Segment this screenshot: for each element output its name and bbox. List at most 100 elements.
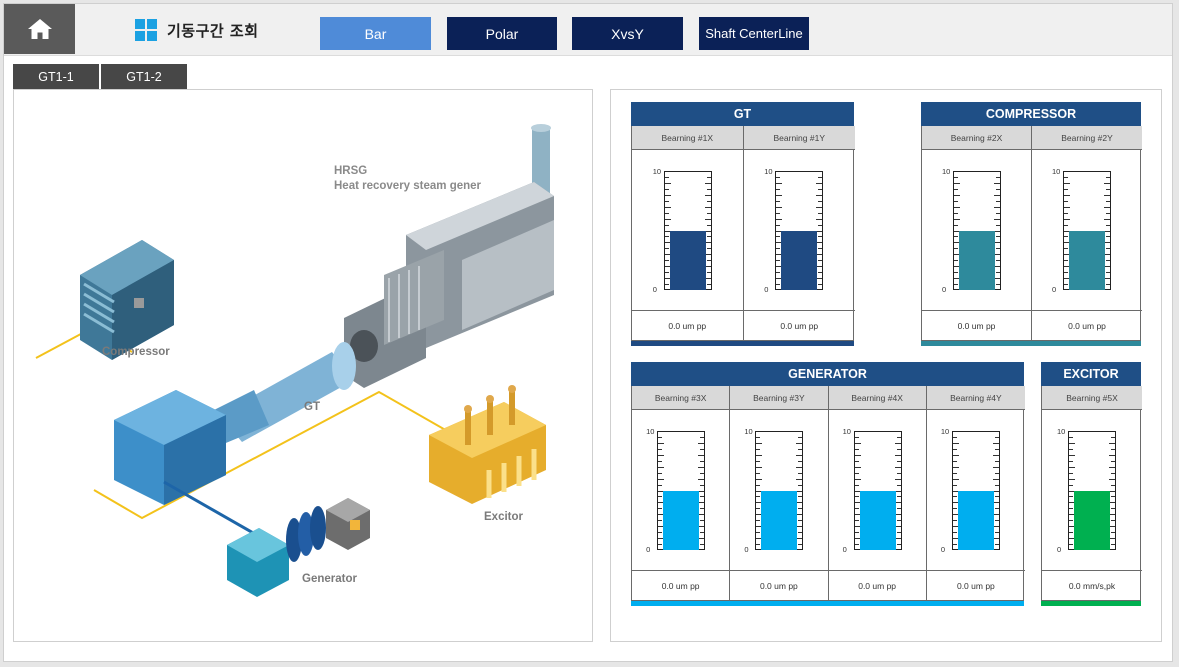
bearing-value: 0.0 um pp <box>828 570 926 600</box>
gauge-fill <box>1069 230 1105 290</box>
gauge-min-label: 0 <box>744 545 749 554</box>
bearing-cell[interactable]: Bearning #1Y 10 0 0.0 um pp <box>743 126 855 340</box>
bearing-label: Bearning #2X <box>922 126 1031 150</box>
bearing-value: 0.0 um pp <box>922 310 1031 340</box>
bearing-gauge: 10 0 <box>744 427 804 554</box>
home-button[interactable] <box>4 4 75 54</box>
bearing-label: Bearning #1Y <box>743 126 855 150</box>
bearing-gauge: 10 0 <box>646 427 706 554</box>
bearing-label: Bearning #1X <box>632 126 743 150</box>
gauge-min-label: 0 <box>942 285 947 294</box>
label-gt: GT <box>304 401 320 413</box>
compressor-block <box>80 240 174 360</box>
group-body-generator: Bearning #3X 10 0 0.0 um pp Bearning #3Y 10 0 0… <box>631 386 1025 601</box>
label-hrsg-desc: Heat recovery steam gener <box>334 180 482 192</box>
bearing-cell[interactable]: Bearning #2Y 10 0 0.0 um pp <box>1032 126 1142 340</box>
bearing-label: Bearning #2Y <box>1032 126 1142 150</box>
gauge-min-label: 0 <box>1057 545 1062 554</box>
group-header-excitor: EXCITOR <box>1041 362 1141 386</box>
gauge-max-label: 10 <box>652 167 662 176</box>
bearing-value: 0.0 um pp <box>632 310 743 340</box>
bearing-cell[interactable]: Bearning #1X 10 0 0.0 um pp <box>632 126 744 340</box>
bearing-gauge: 10 0 <box>764 167 824 294</box>
plant-diagram: HRSG Heat recovery steam gener Compresso… <box>35 124 554 597</box>
gauge-max-label: 10 <box>646 427 655 436</box>
top-bar: 기동구간 조회 Bar Polar XvsY Shaft CenterLine <box>4 4 1172 56</box>
page-title: 기동구간 조회 <box>167 21 259 40</box>
bearing-value: 0.0 mm/s,pk <box>1042 570 1142 600</box>
bearing-gauge: 10 0 <box>653 167 712 294</box>
bearing-label: Bearning #3Y <box>730 386 828 410</box>
group-header-compressor: COMPRESSOR <box>921 102 1141 126</box>
label-generator: Generator <box>302 573 357 585</box>
tab-gt1-2[interactable]: GT1-2 <box>101 64 187 90</box>
nav-bar-button[interactable]: Bar <box>320 17 431 50</box>
bearing-gauge: 10 0 <box>843 427 902 554</box>
bearing-gauges-panel: GT Bearning #1X 10 0 0.0 um pp Bearning #1Y 10… <box>610 89 1162 642</box>
tab-gt1-1[interactable]: GT1-1 <box>13 64 99 90</box>
group-bottom-bar <box>631 341 854 346</box>
windows-grid-icon <box>135 19 157 41</box>
gauge-max-label: 10 <box>1052 167 1061 176</box>
nav-xvsy-button[interactable]: XvsY <box>572 17 683 50</box>
plant-diagram-panel: HRSG Heat recovery steam gener Compresso… <box>13 89 593 642</box>
gauge-fill <box>959 230 995 290</box>
bearing-gauge: 10 0 <box>941 427 1000 554</box>
bearing-cell[interactable]: Bearning #3X 10 0 0.0 um pp <box>632 386 731 600</box>
group-bottom-bar <box>1041 601 1141 606</box>
gauge-fill <box>781 230 818 290</box>
bearing-gauge: 10 0 <box>1057 427 1116 554</box>
group-excitor: EXCITOR Bearning #5X 10 0 0.0 mm/s,pk <box>1041 362 1142 606</box>
gauge-min-label: 0 <box>652 285 657 294</box>
bearing-label: Bearning #3X <box>632 386 730 410</box>
gauge-fill <box>957 490 994 550</box>
gauge-fill <box>1074 490 1110 550</box>
group-header-gt: GT <box>631 102 854 126</box>
gauge-min-label: 0 <box>1052 285 1057 294</box>
gauge-min-label: 0 <box>842 545 847 554</box>
group-bottom-bar <box>631 601 1024 606</box>
gauge-fill <box>669 230 706 290</box>
group-body-gt: Bearning #1X 10 0 0.0 um pp Bearning #1Y 10 0 0… <box>631 126 855 341</box>
bearing-cell[interactable]: Bearning #5X 10 0 0.0 mm/s,pk <box>1042 386 1142 600</box>
app-frame: 기동구간 조회 Bar Polar XvsY Shaft CenterLine … <box>3 3 1173 662</box>
label-excitor: Excitor <box>484 511 524 523</box>
bearing-value: 0.0 um pp <box>632 570 730 600</box>
gauge-fill <box>859 490 896 550</box>
bearing-value: 0.0 um pp <box>743 310 855 340</box>
bearing-label: Bearning #4X <box>828 386 926 410</box>
gauge-max-label: 10 <box>940 427 950 436</box>
gauge-fill <box>761 490 798 550</box>
bearing-gauge: 10 0 <box>942 167 1001 294</box>
label-hrsg: HRSG <box>334 165 367 177</box>
gauge-max-label: 10 <box>744 427 753 436</box>
bearing-cell[interactable]: Bearning #4X 10 0 0.0 um pp <box>828 386 927 600</box>
group-gt: GT Bearning #1X 10 0 0.0 um pp Bearning #1Y 10… <box>631 102 855 346</box>
home-icon <box>27 19 52 39</box>
group-bottom-bar <box>921 341 1141 346</box>
group-header-generator: GENERATOR <box>631 362 1024 386</box>
group-compressor: COMPRESSOR Bearning #2X 10 0 0.0 um pp Bearni… <box>921 102 1142 346</box>
bearing-cell[interactable]: Bearning #2X 10 0 0.0 um pp <box>922 126 1032 340</box>
bearing-value: 0.0 um pp <box>1032 310 1142 340</box>
gauge-fill <box>663 490 700 550</box>
bearing-label: Bearning #4Y <box>926 386 1025 410</box>
gauge-min-label: 0 <box>646 545 651 554</box>
gauge-min-label: 0 <box>764 285 769 294</box>
nav-shaft-centerline-button[interactable]: Shaft CenterLine <box>699 17 809 50</box>
nav-polar-button[interactable]: Polar <box>447 17 557 50</box>
group-generator: GENERATOR Bearning #3X 10 0 0.0 um pp Bearnin… <box>631 362 1025 606</box>
label-compressor: Compressor <box>102 346 170 358</box>
bearing-label: Bearning #5X <box>1042 386 1142 410</box>
group-body-compressor: Bearning #2X 10 0 0.0 um pp Bearning #2Y 10 0 0… <box>921 126 1142 341</box>
page-title-wrap: 기동구간 조회 <box>135 19 259 41</box>
bearing-value: 0.0 um pp <box>926 570 1025 600</box>
bearing-value: 0.0 um pp <box>730 570 828 600</box>
excitor-block <box>429 385 546 504</box>
bearing-cell[interactable]: Bearning #3Y 10 0 0.0 um pp <box>730 386 829 600</box>
gauge-max-label: 10 <box>1057 427 1066 436</box>
bearing-cell[interactable]: Bearning #4Y 10 0 0.0 um pp <box>926 386 1025 600</box>
gauge-max-label: 10 <box>842 427 851 436</box>
bearing-gauge: 10 0 <box>1052 167 1111 294</box>
gauge-max-label: 10 <box>764 167 773 176</box>
